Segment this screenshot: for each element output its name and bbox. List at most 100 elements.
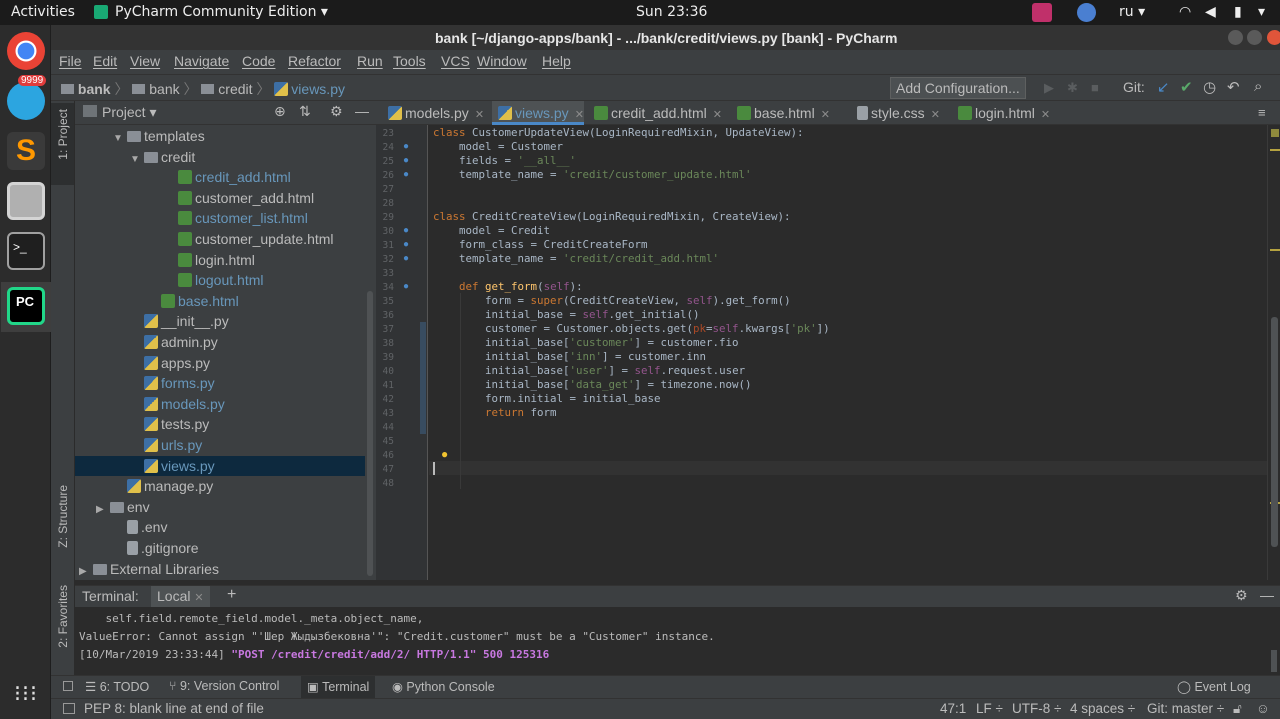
editor-scrollbar[interactable]: [1267, 125, 1280, 580]
maximize-button[interactable]: [1247, 30, 1262, 45]
activities-button[interactable]: Activities: [11, 4, 75, 20]
terminal-tab-local[interactable]: Local ✕: [151, 586, 210, 608]
tray-app-icon[interactable]: [1032, 3, 1052, 22]
menu-navigate[interactable]: Navigate: [174, 53, 229, 69]
tree-item[interactable]: tests.py: [75, 414, 365, 434]
tree-item[interactable]: ▶ External Libraries: [75, 559, 365, 579]
terminal-app-icon[interactable]: >_: [7, 232, 45, 270]
tree-item[interactable]: apps.py: [75, 353, 365, 373]
tree-item[interactable]: ▼ credit: [75, 147, 365, 167]
breadcrumb-root[interactable]: bank: [78, 81, 111, 97]
chrome-icon[interactable]: [7, 32, 45, 70]
battery-icon[interactable]: ▮: [1234, 4, 1242, 20]
override-marker-icon[interactable]: ●: [403, 253, 409, 264]
tree-item[interactable]: base.html: [75, 291, 365, 311]
chrome-tray-icon[interactable]: [1077, 3, 1096, 22]
menu-view[interactable]: View: [130, 53, 160, 69]
vcs-change-marker[interactable]: [420, 322, 426, 434]
hide-terminal-icon[interactable]: —: [1260, 587, 1274, 603]
close-tab-icon[interactable]: ✕: [821, 109, 830, 121]
history-icon[interactable]: ◷: [1203, 78, 1216, 96]
git-commit-icon[interactable]: ✔: [1180, 78, 1193, 96]
tree-item[interactable]: customer_update.html: [75, 229, 365, 249]
tree-item[interactable]: customer_list.html: [75, 208, 365, 228]
menu-vcs[interactable]: VCS: [441, 53, 470, 69]
app-menu[interactable]: PyCharm Community Edition ▾: [115, 4, 328, 20]
tree-item[interactable]: credit_add.html: [75, 167, 365, 187]
expand-arrow-closed-icon[interactable]: ▶: [79, 562, 93, 582]
close-tab-icon[interactable]: ✕: [475, 109, 484, 121]
tree-item[interactable]: manage.py: [75, 476, 365, 496]
breadcrumb-bank[interactable]: bank: [149, 81, 179, 97]
tree-item[interactable]: login.html: [75, 250, 365, 270]
override-marker-icon[interactable]: ●: [403, 141, 409, 152]
indent-setting[interactable]: 4 spaces ÷: [1070, 701, 1135, 716]
terminal-output[interactable]: self.field.remote_field.model._meta.obje…: [75, 607, 1280, 675]
event-log-tab[interactable]: ◯ Event Log: [1177, 679, 1251, 694]
close-tab-icon[interactable]: ✕: [713, 109, 722, 121]
menu-file[interactable]: File: [59, 53, 82, 69]
override-marker-icon[interactable]: ●: [403, 239, 409, 250]
revert-icon[interactable]: ↶: [1227, 78, 1240, 96]
debug-icon[interactable]: ✱: [1067, 80, 1078, 96]
system-menu-icon[interactable]: ▾: [1258, 4, 1265, 20]
close-tab-icon[interactable]: ✕: [575, 109, 584, 121]
menu-help[interactable]: Help: [542, 53, 571, 69]
telegram-icon[interactable]: 9999: [7, 75, 47, 120]
menu-code[interactable]: Code: [242, 53, 275, 69]
file-encoding[interactable]: UTF-8 ÷: [1012, 701, 1061, 716]
editor-tab[interactable]: login.html ✕: [952, 101, 1050, 125]
editor-tab[interactable]: base.html ✕: [731, 101, 830, 125]
keyboard-layout[interactable]: ru ▾: [1119, 4, 1145, 20]
line-separator[interactable]: LF ÷: [976, 701, 1003, 716]
editor-tab[interactable]: models.py ✕: [382, 101, 484, 125]
tree-item[interactable]: .gitignore: [75, 538, 365, 558]
menu-edit[interactable]: Edit: [93, 53, 117, 69]
tree-item[interactable]: logout.html: [75, 270, 365, 290]
python-console-tab[interactable]: ◉ Python Console: [392, 679, 495, 694]
tree-item[interactable]: customer_add.html: [75, 188, 365, 208]
expand-arrow-open-icon[interactable]: ▼: [113, 129, 127, 149]
project-scrollbar[interactable]: [367, 291, 373, 576]
editor-scrollbar-thumb[interactable]: [1271, 317, 1278, 547]
warning-marker[interactable]: [1270, 249, 1280, 251]
project-tool-tab[interactable]: 1: Project: [51, 103, 74, 185]
inspector-icon[interactable]: ☺: [1256, 701, 1270, 716]
project-view-selector[interactable]: Project ▾: [102, 104, 157, 121]
tree-item[interactable]: ▼ templates: [75, 126, 365, 146]
caret-position[interactable]: 47:1: [940, 701, 966, 716]
editor-tab[interactable]: style.css ✕: [851, 101, 940, 125]
wifi-icon[interactable]: ◠: [1179, 4, 1191, 20]
override-marker-icon[interactable]: ●: [403, 169, 409, 180]
tree-item[interactable]: urls.py: [75, 435, 365, 455]
breadcrumb-credit[interactable]: credit: [218, 81, 252, 97]
override-marker-icon[interactable]: ●: [403, 225, 409, 236]
hide-panel-icon[interactable]: —: [355, 103, 369, 119]
file-manager-icon[interactable]: [7, 182, 45, 220]
run-icon[interactable]: ▶: [1044, 80, 1054, 96]
minimize-button[interactable]: [1228, 30, 1243, 45]
close-button[interactable]: [1267, 30, 1280, 45]
version-control-tab[interactable]: ⑂ 9: Version Control: [169, 679, 279, 693]
status-tool-icon[interactable]: [63, 703, 75, 714]
volume-icon[interactable]: ◀: [1205, 4, 1216, 20]
menu-run[interactable]: Run: [357, 53, 383, 69]
pycharm-dock-icon[interactable]: PC: [7, 287, 45, 325]
stop-icon[interactable]: ■: [1091, 80, 1099, 95]
close-tab-icon[interactable]: ✕: [1041, 109, 1050, 121]
collapse-all-icon[interactable]: ⇅: [299, 103, 311, 120]
menu-tools[interactable]: Tools: [393, 53, 426, 69]
code-editor[interactable]: ● class CustomerUpdateView(LoginRequired…: [429, 125, 1267, 580]
structure-tool-tab[interactable]: Z: Structure: [56, 485, 70, 548]
intention-bulb-icon[interactable]: ●: [441, 447, 448, 461]
menu-refactor[interactable]: Refactor: [288, 53, 341, 69]
git-update-icon[interactable]: ↙: [1157, 78, 1170, 96]
status-message[interactable]: PEP 8: blank line at end of file: [84, 701, 264, 716]
override-marker-icon[interactable]: ●: [403, 155, 409, 166]
inspection-status-icon[interactable]: [1271, 129, 1279, 137]
terminal-settings-icon[interactable]: ⚙: [1235, 587, 1248, 604]
favorites-tool-tab[interactable]: 2: Favorites: [56, 585, 70, 648]
tree-item[interactable]: ▶ env: [75, 497, 365, 517]
add-configuration-button[interactable]: Add Configuration...: [890, 77, 1026, 99]
new-terminal-icon[interactable]: +: [227, 586, 236, 604]
